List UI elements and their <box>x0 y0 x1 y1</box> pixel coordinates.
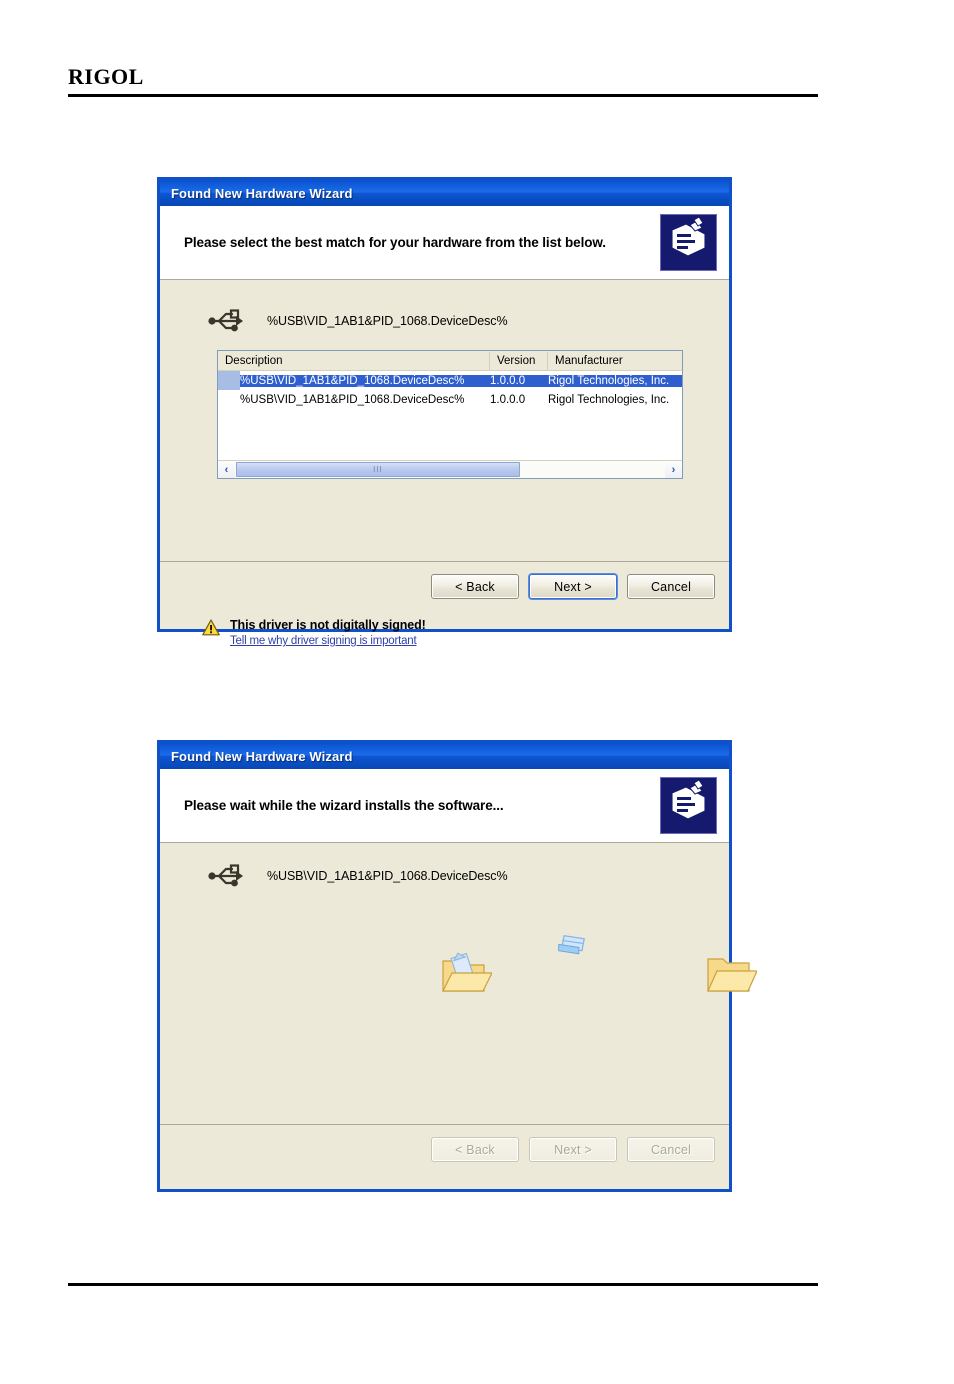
found-new-hardware-wizard-install-dialog: Found New Hardware Wizard Please wait wh… <box>157 740 758 1192</box>
cell-description: %USB\VID_1AB1&PID_1068.DeviceDesc% <box>240 393 465 406</box>
device-label: %USB\VID_1AB1&PID_1068.DeviceDesc% <box>267 314 508 328</box>
table-row[interactable]: %USB\VID_1AB1&PID_1068.DeviceDesc% 1.0.0… <box>218 390 682 409</box>
column-header-manufacturer[interactable]: Manufacturer <box>548 352 682 370</box>
hardware-wizard-icon <box>660 214 717 271</box>
driver-list[interactable]: Description Version Manufacturer %USB\VI… <box>217 350 683 479</box>
next-button[interactable]: Next > <box>529 1137 617 1162</box>
driver-list-rows: %USB\VID_1AB1&PID_1068.DeviceDesc% 1.0.0… <box>218 371 682 460</box>
footer-rule <box>68 1283 818 1286</box>
dialog-titlebar: Found New Hardware Wizard <box>160 180 729 206</box>
header-rule <box>68 94 818 97</box>
next-button[interactable]: Next > <box>529 574 617 599</box>
horizontal-scrollbar[interactable]: ‹ III › <box>218 460 682 478</box>
cell-description: %USB\VID_1AB1&PID_1068.DeviceDesc% <box>240 374 490 387</box>
warning-triangle-icon <box>202 619 220 636</box>
usb-icon <box>205 859 245 893</box>
page-title: Please select the best match for your ha… <box>184 235 606 250</box>
hardware-wizard-icon <box>660 777 717 834</box>
brand-logo: RIGOL <box>68 64 144 89</box>
flying-document-icon <box>555 931 589 966</box>
page-header: RIGOL <box>68 66 818 97</box>
scroll-right-arrow-icon[interactable]: › <box>665 461 682 478</box>
file-copy-animation <box>160 931 758 1021</box>
cell-version: 1.0.0.0 <box>490 374 548 387</box>
back-button[interactable]: < Back <box>431 1137 519 1162</box>
dialog-header-band: Please wait while the wizard installs th… <box>160 769 729 843</box>
cancel-button[interactable]: Cancel <box>627 1137 715 1162</box>
table-row[interactable]: %USB\VID_1AB1&PID_1068.DeviceDesc% 1.0.0… <box>218 371 682 390</box>
scroll-left-arrow-icon[interactable]: ‹ <box>218 461 235 478</box>
dialog-body: %USB\VID_1AB1&PID_1068.DeviceDesc% <box>160 843 758 1124</box>
open-folder-with-document-icon <box>440 949 493 1002</box>
found-new-hardware-wizard-select-dialog: Found New Hardware Wizard Please select … <box>157 177 732 647</box>
driver-signing-help-link[interactable]: Tell me why driver signing is important <box>230 635 426 647</box>
column-header-version[interactable]: Version <box>490 351 548 370</box>
scrollbar-track[interactable]: III <box>235 461 665 478</box>
scrollbar-thumb[interactable]: III <box>236 462 520 477</box>
dialog-button-bar: < Back Next > Cancel <box>160 1125 729 1162</box>
dialog-header-band: Please select the best match for your ha… <box>160 206 729 280</box>
cancel-button[interactable]: Cancel <box>627 574 715 599</box>
driver-signing-warning: This driver is not digitally signed! Tel… <box>202 618 426 647</box>
back-button[interactable]: < Back <box>431 574 519 599</box>
row-indent <box>218 371 240 390</box>
driver-list-header: Description Version Manufacturer <box>218 351 682 371</box>
cell-manufacturer: Rigol Technologies, Inc. <box>548 393 670 406</box>
device-label: %USB\VID_1AB1&PID_1068.DeviceDesc% <box>267 869 508 883</box>
dialog-titlebar: Found New Hardware Wizard <box>160 743 729 769</box>
row-indent <box>218 390 240 409</box>
device-row: %USB\VID_1AB1&PID_1068.DeviceDesc% <box>205 859 508 893</box>
dialog-title: Found New Hardware Wizard <box>171 185 353 201</box>
cell-version: 1.0.0.0 <box>490 393 526 406</box>
scrollbar-grip-icon: III <box>373 464 383 474</box>
usb-icon <box>205 304 245 338</box>
dialog-title: Found New Hardware Wizard <box>171 748 353 764</box>
column-header-description[interactable]: Description <box>218 351 490 370</box>
cell-manufacturer: Rigol Technologies, Inc. <box>548 374 682 387</box>
device-row: %USB\VID_1AB1&PID_1068.DeviceDesc% <box>205 304 508 338</box>
page-title: Please wait while the wizard installs th… <box>184 798 504 813</box>
dialog-button-bar: < Back Next > Cancel <box>160 562 729 599</box>
open-folder-icon <box>705 949 758 1002</box>
warning-title: This driver is not digitally signed! <box>230 618 426 632</box>
dialog-body: %USB\VID_1AB1&PID_1068.DeviceDesc% Descr… <box>160 280 729 647</box>
